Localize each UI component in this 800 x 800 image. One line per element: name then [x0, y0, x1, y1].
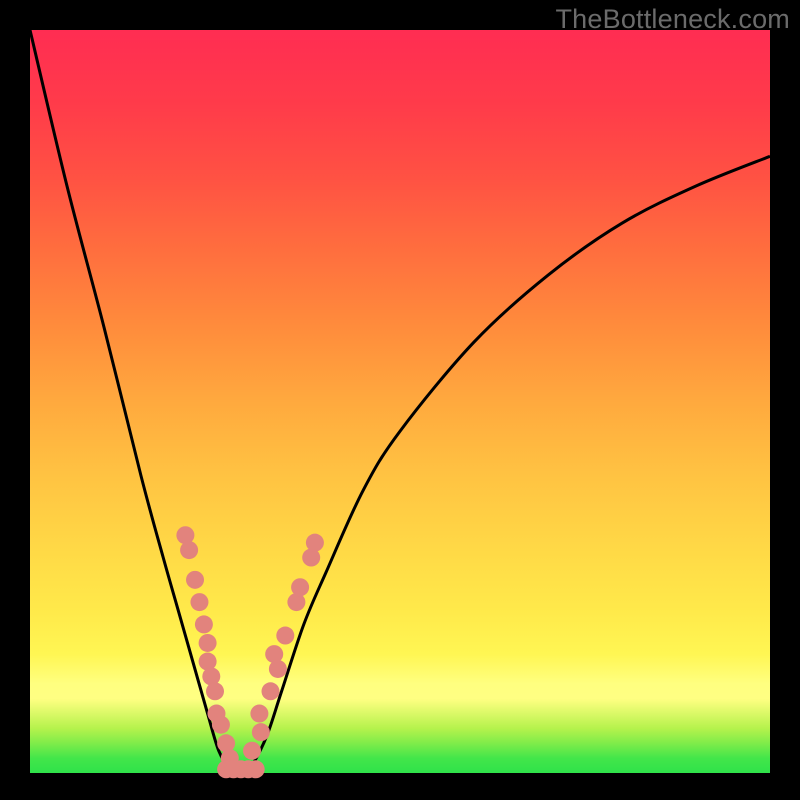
- data-marker: [199, 634, 217, 652]
- data-marker: [206, 682, 224, 700]
- watermark-text: TheBottleneck.com: [555, 4, 790, 35]
- data-marker: [252, 723, 270, 741]
- data-marker: [212, 716, 230, 734]
- data-marker: [262, 682, 280, 700]
- data-marker: [265, 645, 283, 663]
- marker-group: [176, 526, 324, 778]
- data-marker: [195, 615, 213, 633]
- plot-area: [30, 30, 770, 773]
- data-marker: [291, 578, 309, 596]
- data-marker: [247, 760, 265, 778]
- data-marker: [190, 593, 208, 611]
- data-marker: [276, 627, 294, 645]
- data-marker: [306, 534, 324, 552]
- data-marker: [243, 742, 261, 760]
- data-marker: [180, 541, 198, 559]
- data-marker: [186, 571, 204, 589]
- data-marker: [250, 705, 268, 723]
- curve-layer: [30, 30, 770, 773]
- right-branch-path: [245, 156, 770, 773]
- chart-frame: TheBottleneck.com: [0, 0, 800, 800]
